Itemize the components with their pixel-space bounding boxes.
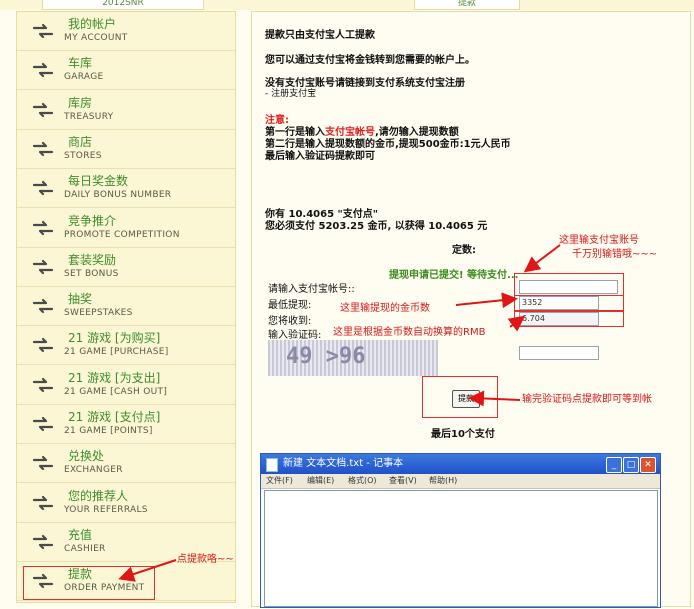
arrow-min <box>455 292 518 309</box>
annotation-arrows <box>118 244 561 582</box>
arrow-button <box>468 390 521 407</box>
arrow-receive <box>507 315 526 332</box>
arrow-order-payment <box>118 559 177 582</box>
arrow-account <box>523 244 561 273</box>
